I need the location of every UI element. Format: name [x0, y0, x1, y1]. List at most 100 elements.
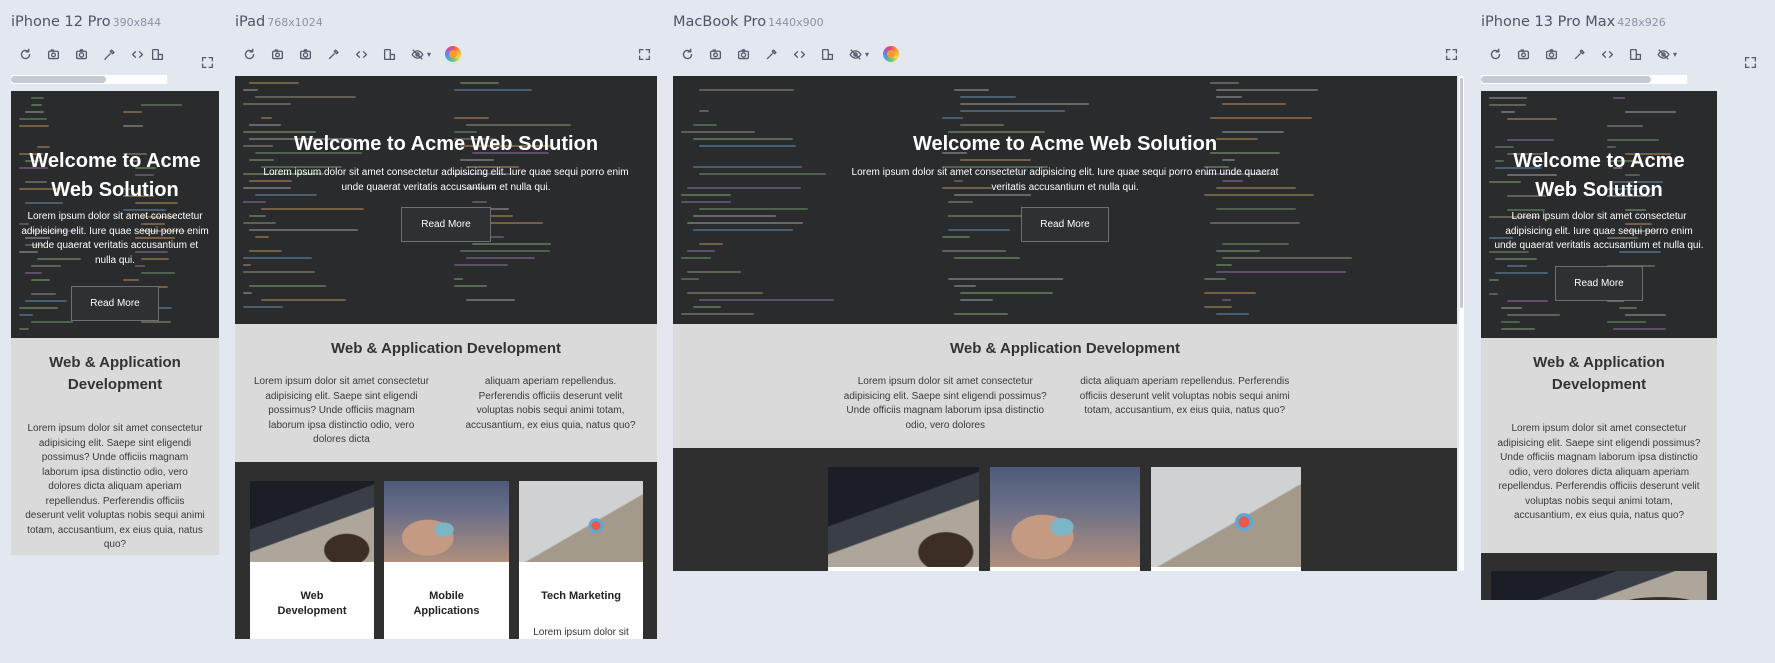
device-title: iPhone 13 Pro Max 428x926 [1481, 14, 1666, 30]
services-section [673, 448, 1457, 571]
device-toolbar: ▾ [673, 44, 899, 64]
expand-icon[interactable] [1744, 56, 1758, 70]
code-icon[interactable] [1593, 44, 1621, 64]
about-section: Web & Application Development Lorem ipsu… [673, 324, 1457, 448]
horizontal-scrollbar[interactable] [11, 75, 167, 84]
device-toolbar: ▾ [1481, 44, 1685, 64]
vertical-scrollbar[interactable] [1459, 76, 1464, 571]
eye-slash-icon[interactable]: ▾ [403, 44, 439, 64]
services-section [1481, 553, 1717, 600]
camera-rotate-icon[interactable] [701, 44, 729, 64]
hero-section: Welcome to Acme Web Solution Lorem ipsum… [673, 76, 1457, 324]
hero-title: Welcome to Acme Web Solution [29, 150, 201, 201]
layout-icon[interactable] [375, 44, 403, 64]
device-toolbar [11, 44, 165, 64]
about-text: Lorem ipsum dolor sit amet consectetur a… [1497, 423, 1701, 521]
code-icon[interactable] [785, 44, 813, 64]
expand-icon[interactable] [201, 56, 215, 70]
service-title: Web Development [277, 590, 347, 617]
eyedropper-icon[interactable] [757, 44, 785, 64]
device-toolbar: ▾ [235, 44, 461, 64]
hero-text: Lorem ipsum dolor sit amet consectetur a… [21, 211, 209, 266]
refresh-icon[interactable] [1481, 44, 1509, 64]
service-card-web-development[interactable]: Web Development [250, 481, 374, 639]
service-card-mobile-applications[interactable] [990, 467, 1140, 571]
refresh-icon[interactable] [235, 44, 263, 64]
service-title: Mobile Applications [413, 590, 480, 617]
service-title: Tech Marketing [541, 590, 621, 602]
service-card-tech-marketing[interactable]: Tech Marketing Lorem ipsum dolor sit [519, 481, 643, 639]
refresh-icon[interactable] [11, 44, 39, 64]
expand-icon[interactable] [1445, 48, 1459, 62]
device-name: iPad [235, 14, 266, 30]
about-text-col-1: Lorem ipsum dolor sit amet consectetur a… [843, 376, 1047, 431]
device-size: 390x844 [112, 16, 162, 29]
hero-section: Welcome to Acme Web Solution Lorem ipsum… [1481, 91, 1717, 338]
about-text-col-1: Lorem ipsum dolor sit amet consectetur a… [253, 376, 430, 445]
color-wheel-icon[interactable] [883, 46, 899, 62]
device-title: iPhone 12 Pro 390x844 [11, 14, 161, 30]
service-image [1491, 571, 1707, 600]
hero-title: Welcome to Acme Web Solution [1513, 150, 1685, 201]
read-more-button[interactable]: Read More [1021, 207, 1109, 242]
eye-slash-icon[interactable]: ▾ [841, 44, 877, 64]
hero-text: Lorem ipsum dolor sit amet consectetur a… [851, 167, 1279, 193]
screenshot-icon[interactable] [67, 44, 95, 64]
screenshot-icon[interactable] [1537, 44, 1565, 64]
device-viewport: Welcome to Acme Web Solution Lorem ipsum… [1481, 91, 1717, 600]
about-section: Web & Application Development Lorem ipsu… [11, 338, 219, 555]
eyedropper-icon[interactable] [1565, 44, 1593, 64]
service-card-mobile-applications[interactable]: Mobile Applications [384, 481, 509, 639]
service-image [828, 467, 979, 567]
about-text-col-2: dicta aliquam aperiam repellendus. Perfe… [1079, 376, 1290, 416]
camera-rotate-icon[interactable] [263, 44, 291, 64]
device-size: 428x926 [1617, 16, 1666, 29]
camera-rotate-icon[interactable] [1509, 44, 1537, 64]
device-viewport: Welcome to Acme Web Solution Lorem ipsum… [235, 76, 657, 639]
code-icon[interactable] [347, 44, 375, 64]
about-section: Web & Application Development Lorem ipsu… [1481, 338, 1717, 553]
hero-title: Welcome to Acme Web Solution [293, 133, 599, 155]
device-size: 768x1024 [267, 16, 323, 29]
hero-text: Lorem ipsum dolor sit amet consectetur a… [1494, 211, 1704, 251]
layout-icon[interactable] [813, 44, 841, 64]
about-text: Lorem ipsum dolor sit amet consectetur a… [25, 423, 205, 550]
screenshot-icon[interactable] [291, 44, 319, 64]
service-card-web-development[interactable] [828, 467, 979, 571]
service-image [1151, 467, 1301, 567]
about-title: Web & Application Development [330, 340, 562, 357]
code-icon[interactable] [123, 44, 151, 64]
layout-icon[interactable] [1621, 44, 1649, 64]
device-iphone-12-pro: iPhone 12 Pro 390x844 Welcome to Acme Web… [11, 0, 219, 663]
eyedropper-icon[interactable] [95, 44, 123, 64]
eyedropper-icon[interactable] [319, 44, 347, 64]
services-section: Web Development Mobile Applications Tech… [235, 462, 657, 639]
service-image [519, 481, 643, 562]
about-title: Web & Application Development [1533, 354, 1665, 393]
screenshot-icon[interactable] [729, 44, 757, 64]
service-card-web-development[interactable] [1491, 571, 1707, 600]
device-ipad: iPad 768x1024 ▾ Welcome to Acme Web Solut… [235, 0, 658, 663]
device-title: MacBook Pro 1440x900 [673, 14, 824, 30]
refresh-icon[interactable] [673, 44, 701, 64]
read-more-button[interactable]: Read More [401, 207, 491, 242]
service-image [990, 467, 1140, 567]
layout-icon[interactable] [151, 44, 165, 64]
device-macbook-pro: MacBook Pro 1440x900 ▾ Welcome to Acme We… [673, 0, 1464, 663]
read-more-button[interactable]: Read More [71, 286, 159, 321]
about-text-col-2: aliquam aperiam repellendus. Perferendis… [465, 376, 636, 431]
eye-slash-icon[interactable]: ▾ [1649, 44, 1685, 64]
expand-icon[interactable] [638, 48, 652, 62]
camera-rotate-icon[interactable] [39, 44, 67, 64]
color-wheel-icon[interactable] [445, 46, 461, 62]
read-more-button[interactable]: Read More [1555, 265, 1643, 301]
service-text: Lorem ipsum dolor sit [533, 627, 629, 638]
service-image [384, 481, 509, 562]
hero-section: Welcome to Acme Web Solution Lorem ipsum… [11, 91, 219, 338]
hero-text: Lorem ipsum dolor sit amet consectetur a… [263, 167, 629, 193]
service-card-tech-marketing[interactable] [1151, 467, 1301, 571]
service-image [250, 481, 374, 562]
about-title: Web & Application Development [49, 354, 181, 393]
horizontal-scrollbar[interactable] [1481, 75, 1687, 84]
hero-section: Welcome to Acme Web Solution Lorem ipsum… [235, 76, 657, 324]
